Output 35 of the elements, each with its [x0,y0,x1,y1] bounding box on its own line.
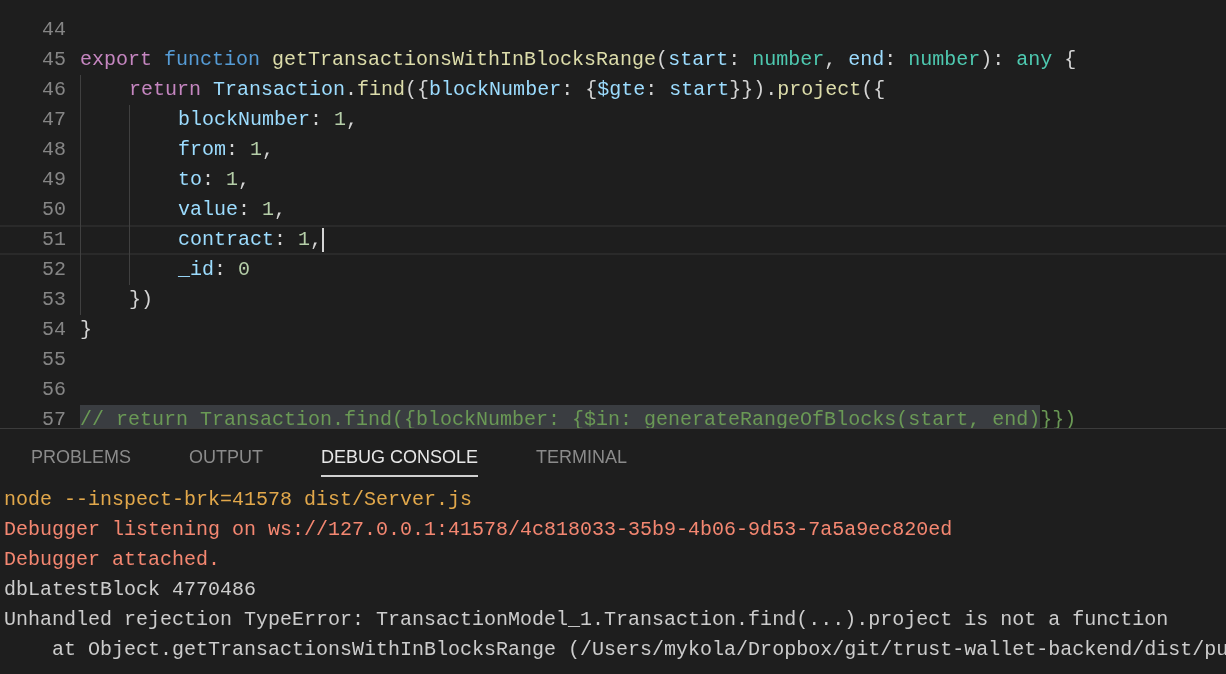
code-line: return Transaction.find({blockNumber: {$gte: start}}).project({ [80,75,886,105]
line-number: 57 [41,407,66,428]
line-number: 55 [41,347,66,373]
line-number: 51 [41,227,66,253]
code-line: _id: 0 [80,255,251,285]
line-number: 53 [41,287,66,313]
code-line: value: 1, [80,195,287,225]
text-cursor [322,228,325,252]
panel-tab[interactable]: TERMINAL [536,437,628,477]
console-line: Unhandled rejection TypeError: TransactionModel_1.Transaction.find(...).project is not a function [4,607,1170,633]
line-number: 54 [41,317,66,343]
panel-tab[interactable]: OUTPUT [189,437,264,477]
console-line: dbLatestBlock 4770486 [4,577,258,603]
line-number: 52 [41,257,66,283]
code-line: blockNumber: 1, [80,105,359,135]
code-line: contract: 1, [80,225,325,255]
line-number: 48 [41,137,66,163]
line-number: 50 [41,197,66,223]
line-number: 44 [41,17,66,43]
panel-tab[interactable]: DEBUG CONSOLE [321,437,479,477]
code-line: export function getTransactionsWithInBlocksRange(start: number, end: number): any { [80,47,1077,73]
line-number: 47 [41,107,66,133]
console-line: Debugger attached. [4,547,222,573]
line-number: 49 [41,167,66,193]
console-line: node --inspect-brk=41578 dist/Server.js [4,487,474,513]
code-line: }) [80,285,154,315]
code-line: } [80,317,92,343]
code-line: to: 1, [80,165,251,195]
console-line: Debugger listening on ws://127.0.0.1:41578/4c818033-35b9-4b06-9d53-7a5a9ec820ed [4,517,954,543]
console-line: at Object.getTransactionsWithInBlocksRange (/Users/mykola/Dropbox/git/trust-wallet-backend/dist/pu [51,637,1226,663]
line-number: 56 [41,377,66,403]
line-number: 46 [41,77,66,103]
panel-tab[interactable]: PROBLEMS [31,437,132,477]
code-line: from: 1, [80,135,275,165]
line-number: 45 [41,47,66,73]
